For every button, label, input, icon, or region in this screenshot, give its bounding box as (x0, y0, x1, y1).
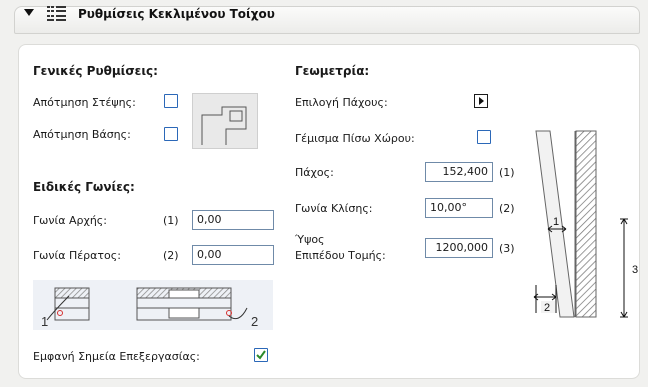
slope-angle-label: Γωνία Κλίσης: (295, 202, 373, 215)
wall-diagram-label-2: 2 (544, 302, 550, 314)
slope-angle-index: (2) (499, 202, 515, 215)
end-angle-input[interactable]: 0,00 (192, 245, 274, 265)
wall-diagram-label-1: 1 (553, 216, 559, 228)
wall-trim-preview-icon (192, 93, 258, 149)
end-angle-diagram-label-1: 1 (41, 314, 48, 329)
thickness-label: Πάχος: (295, 166, 334, 179)
processing-points-label: Εμφανή Σημεία Επεξεργασίας: (33, 350, 200, 363)
grid-settings-icon (47, 6, 66, 21)
start-angle-label: Γωνία Αρχής: (33, 214, 107, 227)
end-angle-diagram-label-2: 2 (251, 314, 258, 329)
end-angle-diagram-icon: 1 2 (33, 280, 273, 330)
base-trim-label: Απότμηση Βάσης: (33, 128, 131, 141)
start-angle-index: (1) (163, 214, 179, 227)
triangle-down-icon[interactable] (24, 9, 34, 16)
slanted-wall-diagram-icon: 1 2 3 (533, 130, 638, 318)
roof-trim-label: Απότμηση Στέψης: (33, 96, 136, 109)
fill-back-label: Γέμισμα Πίσω Χώρου: (295, 132, 415, 145)
start-angle-input[interactable]: 0,00 (192, 210, 274, 230)
slope-angle-input[interactable]: 10,00° (425, 198, 493, 218)
base-trim-checkbox[interactable] (164, 127, 178, 141)
processing-points-checkbox[interactable] (254, 348, 268, 362)
thickness-index: (1) (499, 166, 515, 179)
fill-back-checkbox[interactable] (477, 130, 491, 144)
section-height-label-line1: Ύψος (295, 233, 325, 246)
special-angles-title: Ειδικές Γωνίες: (33, 180, 135, 194)
checkmark-icon (256, 350, 266, 360)
general-settings-title: Γενικές Ρυθμίσεις: (33, 64, 158, 78)
section-height-input[interactable]: 1200,000 (425, 238, 493, 258)
end-angle-index: (2) (163, 249, 179, 262)
panel-title: Ρυθμίσεις Κεκλιμένου Τοίχου (78, 7, 275, 21)
section-height-index: (3) (499, 242, 515, 255)
geometry-title: Γεωμετρία: (295, 64, 370, 78)
wall-diagram-label-3: 3 (632, 264, 638, 276)
section-height-label-line2: Επιπέδου Τομής: (295, 249, 386, 262)
end-angle-label: Γωνία Πέρατος: (33, 249, 121, 262)
thickness-picker-button[interactable] (474, 94, 488, 108)
thickness-input[interactable]: 152,400 (425, 162, 493, 182)
roof-trim-checkbox[interactable] (164, 94, 178, 108)
thickness-choice-label: Επιλογή Πάχους: (295, 96, 388, 109)
